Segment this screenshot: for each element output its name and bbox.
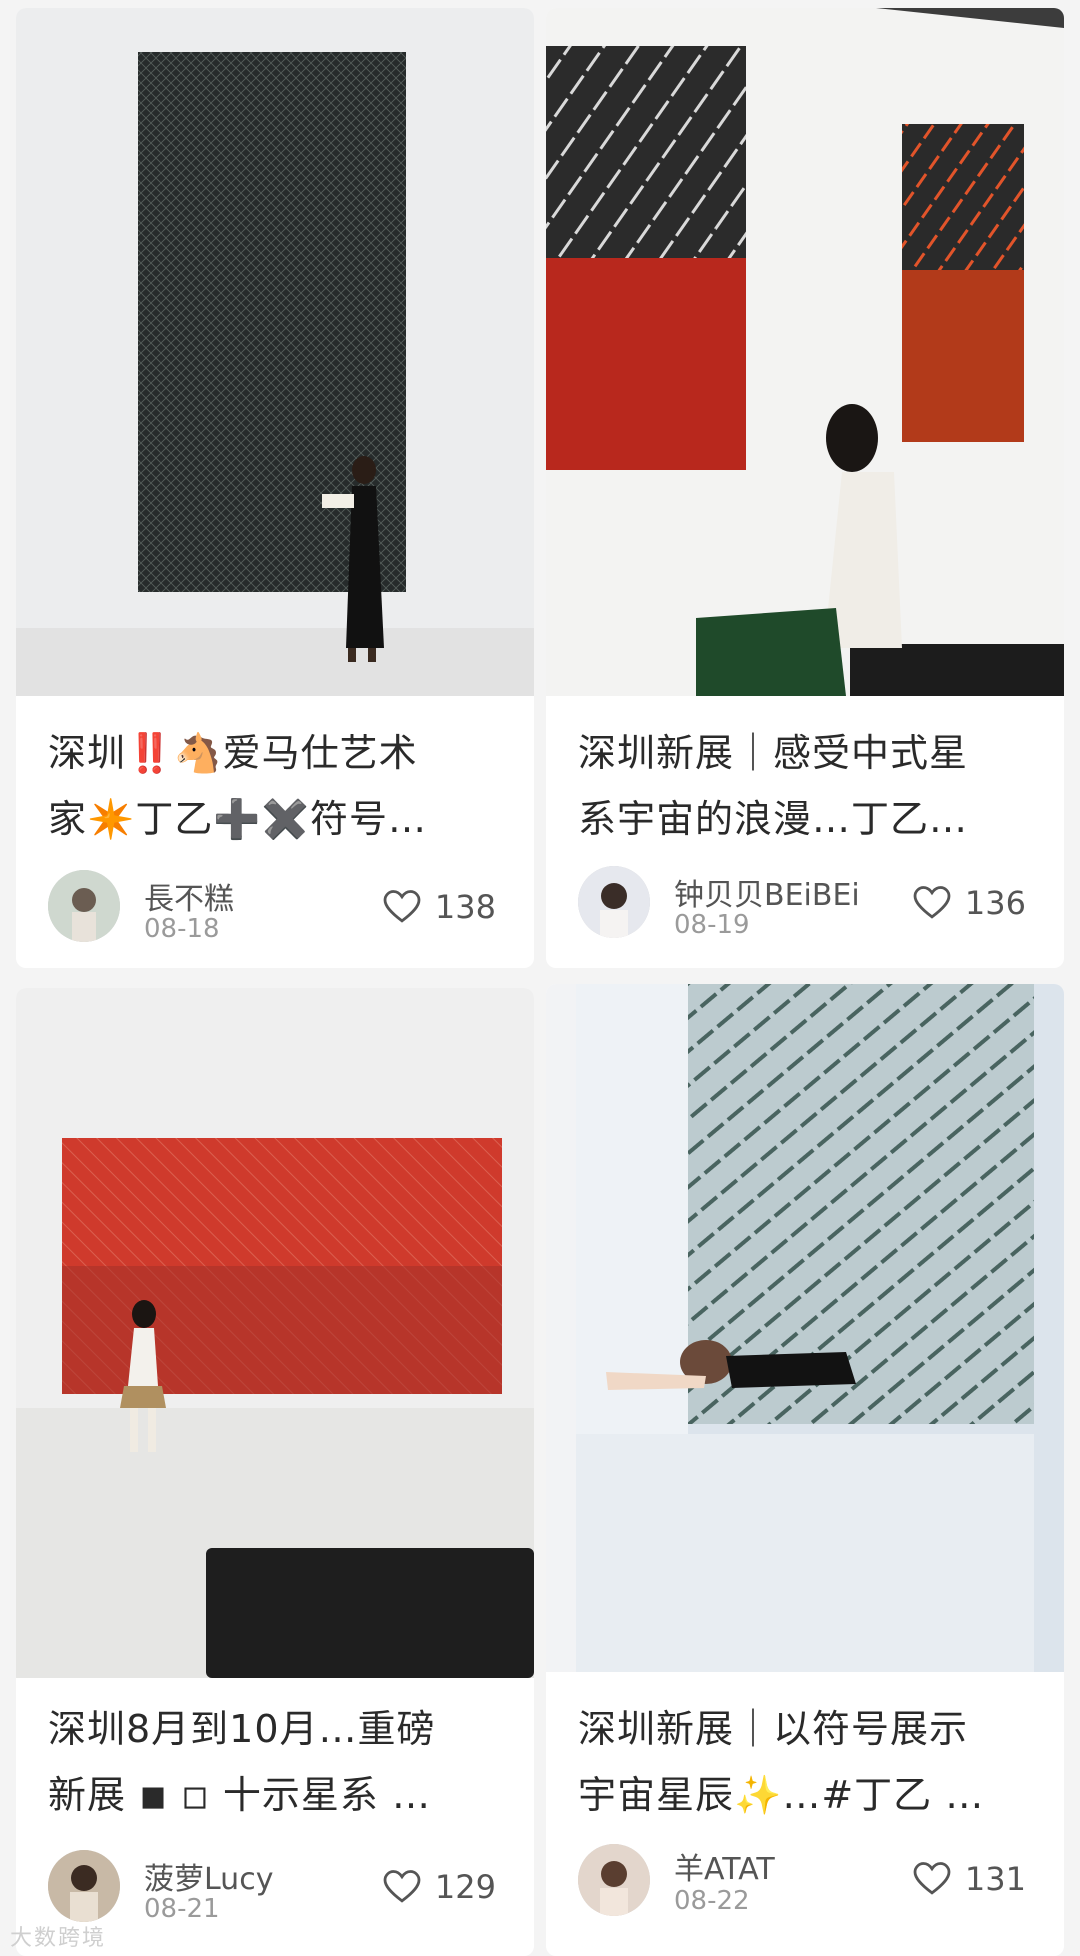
like-button[interactable]: 129 — [383, 1868, 496, 1906]
card-cover-image[interactable] — [546, 984, 1064, 1672]
card-title[interactable]: 深圳新展｜感受中式星 系宇宙的浪漫…丁乙… — [578, 720, 1036, 852]
card-cover-image[interactable] — [546, 8, 1064, 696]
like-button[interactable]: 131 — [913, 1860, 1026, 1898]
author-name[interactable]: 钟贝贝BEiBEi — [674, 870, 860, 914]
card-cover-image[interactable] — [16, 8, 534, 696]
heart-outline-icon — [383, 1870, 421, 1903]
avatar[interactable] — [578, 1844, 650, 1916]
post-date: 08-22 — [674, 1886, 750, 1916]
post-date: 08-18 — [144, 914, 220, 944]
heart-outline-icon — [383, 890, 421, 923]
title-line: 深圳新展｜以符号展示 — [578, 1707, 969, 1751]
card-title[interactable]: 深圳新展｜以符号展示 宇宙星辰✨…#丁乙 … — [578, 1696, 1036, 1828]
heart-outline-icon — [913, 886, 951, 919]
author-name[interactable]: 羊ATAT — [674, 1844, 775, 1888]
feed-card[interactable]: 深圳新展｜感受中式星 系宇宙的浪漫…丁乙… 钟贝贝BEiBEi 08-19 13… — [546, 8, 1064, 968]
title-line: 系宇宙的浪漫…丁乙… — [578, 797, 969, 841]
card-title[interactable]: 深圳8月到10月…重磅 新展 ◾ ◽ 十示星系 … — [48, 1696, 506, 1828]
title-line: 宇宙星辰✨…#丁乙 … — [578, 1773, 985, 1817]
feed-card[interactable]: 深圳‼️🐴爱马仕艺术 家✴️丁乙➕✖️符号… 長不糕 08-18 138 — [16, 8, 534, 968]
like-count: 138 — [434, 888, 496, 926]
heart-outline-icon — [913, 1862, 951, 1895]
title-line: 深圳新展｜感受中式星 — [578, 731, 969, 775]
title-line: 家✴️丁乙➕✖️符号… — [48, 797, 427, 841]
card-title[interactable]: 深圳‼️🐴爱马仕艺术 家✴️丁乙➕✖️符号… — [48, 720, 506, 852]
author-name[interactable]: 長不糕 — [144, 874, 234, 918]
card-cover-image[interactable] — [16, 988, 534, 1678]
avatar[interactable] — [48, 870, 120, 942]
post-date: 08-21 — [144, 1894, 220, 1924]
like-count: 136 — [964, 884, 1026, 922]
title-line: 深圳‼️🐴爱马仕艺术 — [48, 731, 418, 775]
like-count: 131 — [964, 1860, 1026, 1898]
title-line: 深圳8月到10月…重磅 — [48, 1707, 436, 1751]
avatar[interactable] — [578, 866, 650, 938]
like-button[interactable]: 138 — [383, 888, 496, 926]
like-count: 129 — [434, 1868, 496, 1906]
feed-card[interactable]: 深圳新展｜以符号展示 宇宙星辰✨…#丁乙 … 羊ATAT 08-22 131 — [546, 984, 1064, 1956]
avatar[interactable] — [48, 1850, 120, 1922]
watermark: 大数跨境 — [10, 1926, 107, 1951]
author-name[interactable]: 菠萝Lucy — [144, 1854, 273, 1898]
feed-card[interactable]: 深圳8月到10月…重磅 新展 ◾ ◽ 十示星系 … 菠萝Lucy 08-21 1… — [16, 988, 534, 1956]
title-line: 新展 ◾ ◽ 十示星系 … — [48, 1773, 431, 1817]
like-button[interactable]: 136 — [913, 884, 1026, 922]
post-date: 08-19 — [674, 910, 750, 940]
